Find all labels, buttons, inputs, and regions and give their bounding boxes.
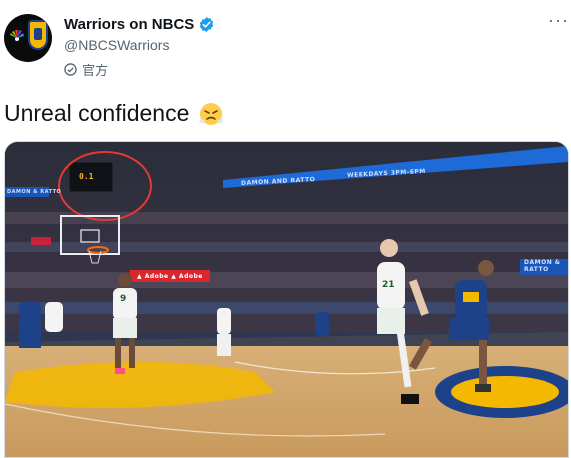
warriors-logo xyxy=(28,20,48,50)
game-frame xyxy=(5,142,568,457)
shield-check-icon xyxy=(64,63,77,76)
face-with-steam-icon xyxy=(199,103,224,125)
affiliation-label: 官方 xyxy=(64,60,108,79)
tweet-body: Unreal confidence xyxy=(4,99,190,126)
avatar[interactable] xyxy=(4,14,52,62)
author-name-row[interactable]: Warriors on NBCS xyxy=(64,16,215,33)
jersey-number-left: 9 xyxy=(120,294,127,304)
right-board-line1: DAMON & xyxy=(524,259,561,266)
verified-badge-icon xyxy=(200,17,214,32)
courtside-banner: ▲ Adobe ▲ Adobe xyxy=(137,273,203,280)
video-media[interactable]: 0.1 DAMON AND RATTO WEEKDAYS 3PM-6PM DAM… xyxy=(4,141,569,458)
left-board-text: DAMON & RATTO xyxy=(7,189,62,195)
right-board-line2: RATTO xyxy=(524,266,549,273)
affiliation-label-text: 官方 xyxy=(82,63,109,78)
tweet-text: Unreal confidence xyxy=(4,99,225,127)
jersey-number-center: 21 xyxy=(382,280,395,290)
nbc-peacock-icon xyxy=(10,30,24,41)
author-handle[interactable]: @NBCSWarriors xyxy=(64,37,169,53)
shot-clock-display: 0.1 xyxy=(79,172,94,181)
author-display-name[interactable]: Warriors on NBCS xyxy=(64,16,194,33)
more-options-icon[interactable]: ··· xyxy=(548,10,569,31)
